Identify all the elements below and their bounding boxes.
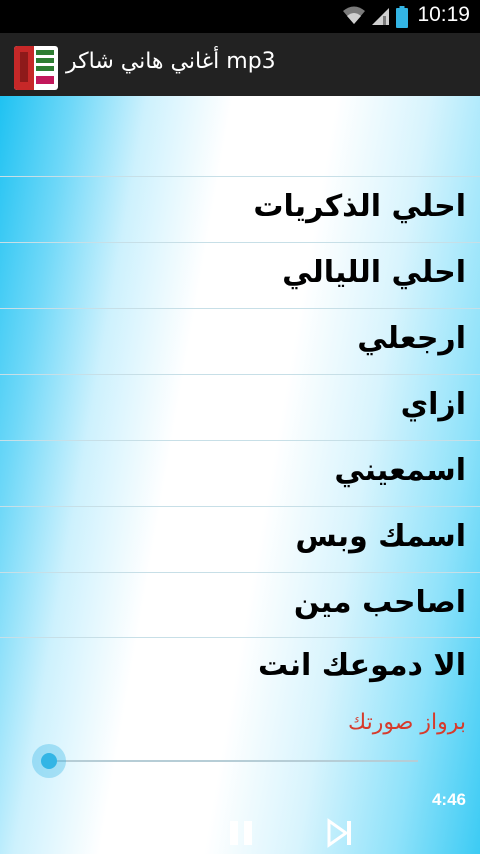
signal-icon [370,6,390,30]
song-title: اسمعيني [334,453,466,488]
song-title: اسمك وبس [295,519,466,554]
battery-icon [396,6,408,32]
list-item[interactable]: اسمك وبس [0,506,480,572]
seek-bar-track[interactable] [48,760,418,762]
list-item[interactable]: ازاي [0,374,480,440]
status-bar: 10:19 [0,0,480,33]
song-title: اصاحب مين [293,585,466,620]
list-item[interactable]: ارجعلي [0,308,480,374]
list-item[interactable]: اسمعيني [0,440,480,506]
now-playing-title: الا دموعك انت [257,648,466,683]
next-icon[interactable] [324,818,354,848]
app-title: أغاني هاني شاكر mp3 [66,49,276,74]
app-icon[interactable] [14,46,58,90]
song-title: ازاي [400,387,466,422]
wifi-icon [342,5,366,29]
content-area: احلي الذكريات احلي الليالي ارجعلي ازاي ا… [0,96,480,854]
list-item[interactable]: اصاحب مين [0,572,480,638]
clock-time: 10:19 [417,3,470,26]
seek-bar-thumb[interactable] [32,744,66,778]
song-title: احلي الليالي [282,255,466,290]
previous-icon[interactable] [129,818,159,848]
list-item[interactable]: احلي الليالي [0,242,480,308]
song-title: احلي الذكريات [253,189,466,224]
playback-controls [0,814,480,854]
related-song-link[interactable]: برواز صورتك [0,710,466,735]
pause-icon[interactable] [226,818,256,848]
track-duration: 4:46 [431,790,466,809]
list-item[interactable]: احلي الذكريات [0,176,480,242]
song-list: احلي الذكريات احلي الليالي ارجعلي ازاي ا… [0,176,480,638]
song-title: ارجعلي [357,321,466,356]
action-bar: أغاني هاني شاكر mp3 [0,33,480,96]
